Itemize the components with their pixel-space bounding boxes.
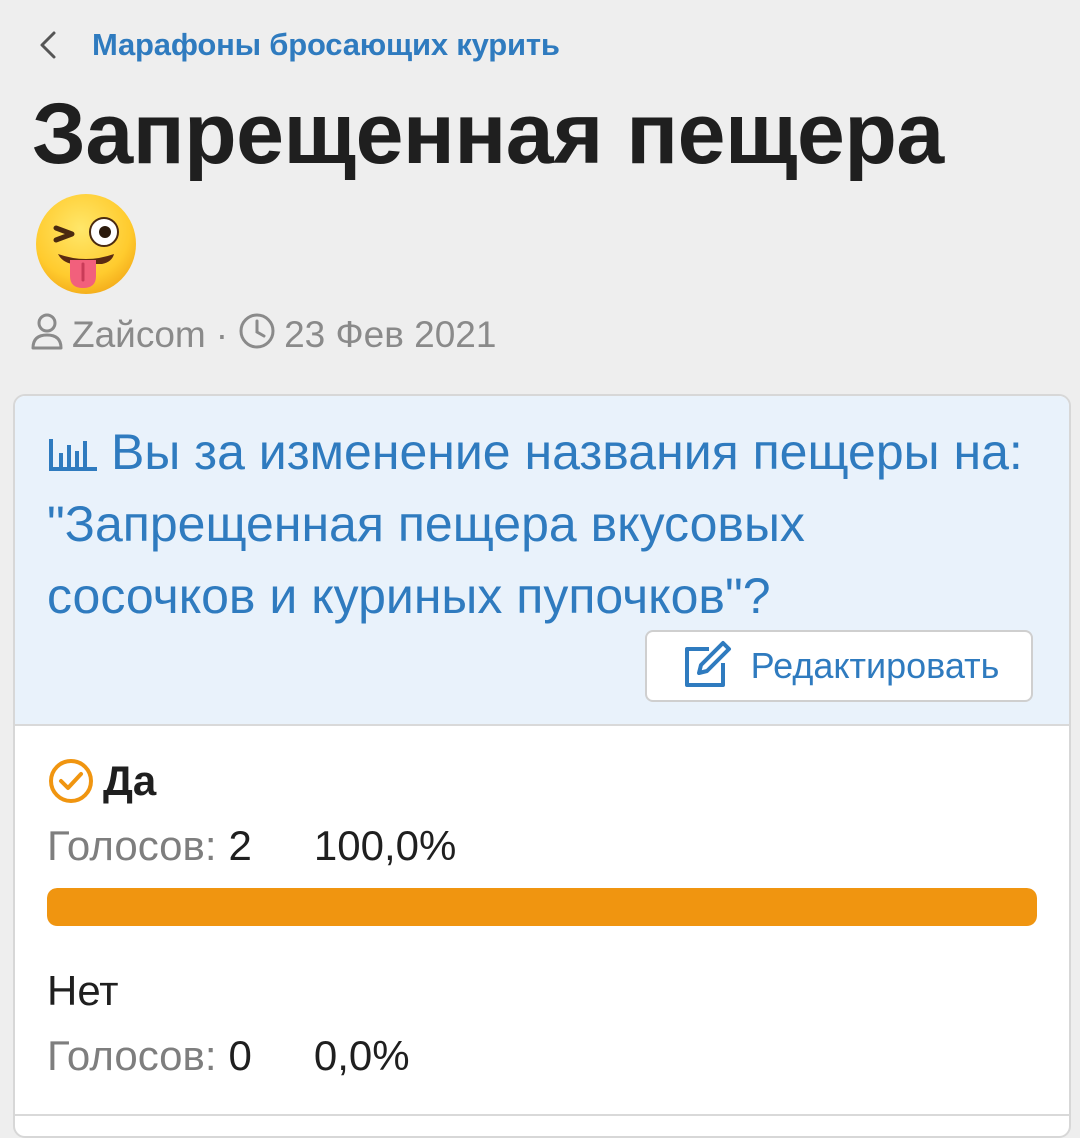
thread-meta: Zайсom · 23 Фев 2021 <box>30 310 496 360</box>
user-icon <box>30 311 64 360</box>
thread-author[interactable]: Zайсom <box>72 314 206 356</box>
poll-header: Вы за изменение названия пещеры на: "Зап… <box>15 396 1069 726</box>
poll-option-label: Нет <box>47 962 1037 1020</box>
poll-option-stats: Голосов: 0 0,0% <box>47 1032 1037 1080</box>
poll-progress-fill <box>47 888 1037 926</box>
clock-icon <box>238 312 276 359</box>
votes-label: Голосов: <box>47 1032 217 1079</box>
poll-option-label: Да <box>47 752 1037 810</box>
poll-option-yes: Да Голосов: 2 100,0% <box>47 752 1037 926</box>
page-title: Запрещенная пещера <box>32 86 944 182</box>
edit-icon <box>679 639 733 693</box>
thread-date[interactable]: 23 Фев 2021 <box>284 314 496 356</box>
poll-card: Вы за изменение названия пещеры на: "Зап… <box>13 394 1071 1138</box>
poll-question: Вы за изменение названия пещеры на: "Зап… <box>47 416 1027 632</box>
breadcrumb: Марафоны бросающих курить <box>36 22 560 68</box>
breadcrumb-link-forum[interactable]: Марафоны бросающих курить <box>92 27 560 63</box>
meta-separator: · <box>215 314 229 355</box>
votes-label: Голосов: <box>47 822 217 869</box>
edit-poll-button[interactable]: Редактировать <box>645 630 1033 702</box>
check-circle-icon <box>47 757 95 805</box>
poll-option-stats: Голосов: 2 100,0% <box>47 822 1037 870</box>
votes-count: 0 <box>228 1032 252 1079</box>
poll-option-label-text: Нет <box>47 967 119 1014</box>
poll-question-text: Вы за изменение названия пещеры на: "Зап… <box>47 424 1023 624</box>
votes-percent: 0,0% <box>313 1032 410 1079</box>
winking-face-with-tongue-emoji <box>32 190 140 298</box>
poll-option-label-text: Да <box>103 757 157 804</box>
poll-option-no: Нет Голосов: 0 0,0% <box>47 962 1037 1080</box>
chevron-left-icon[interactable] <box>36 22 76 68</box>
poll-progress-bar <box>47 888 1037 926</box>
votes-count: 2 <box>228 822 252 869</box>
votes-percent: 100,0% <box>313 822 457 869</box>
edit-poll-button-label: Редактировать <box>750 645 1000 686</box>
poll-divider <box>15 1114 1069 1116</box>
bar-chart-icon <box>47 420 101 471</box>
